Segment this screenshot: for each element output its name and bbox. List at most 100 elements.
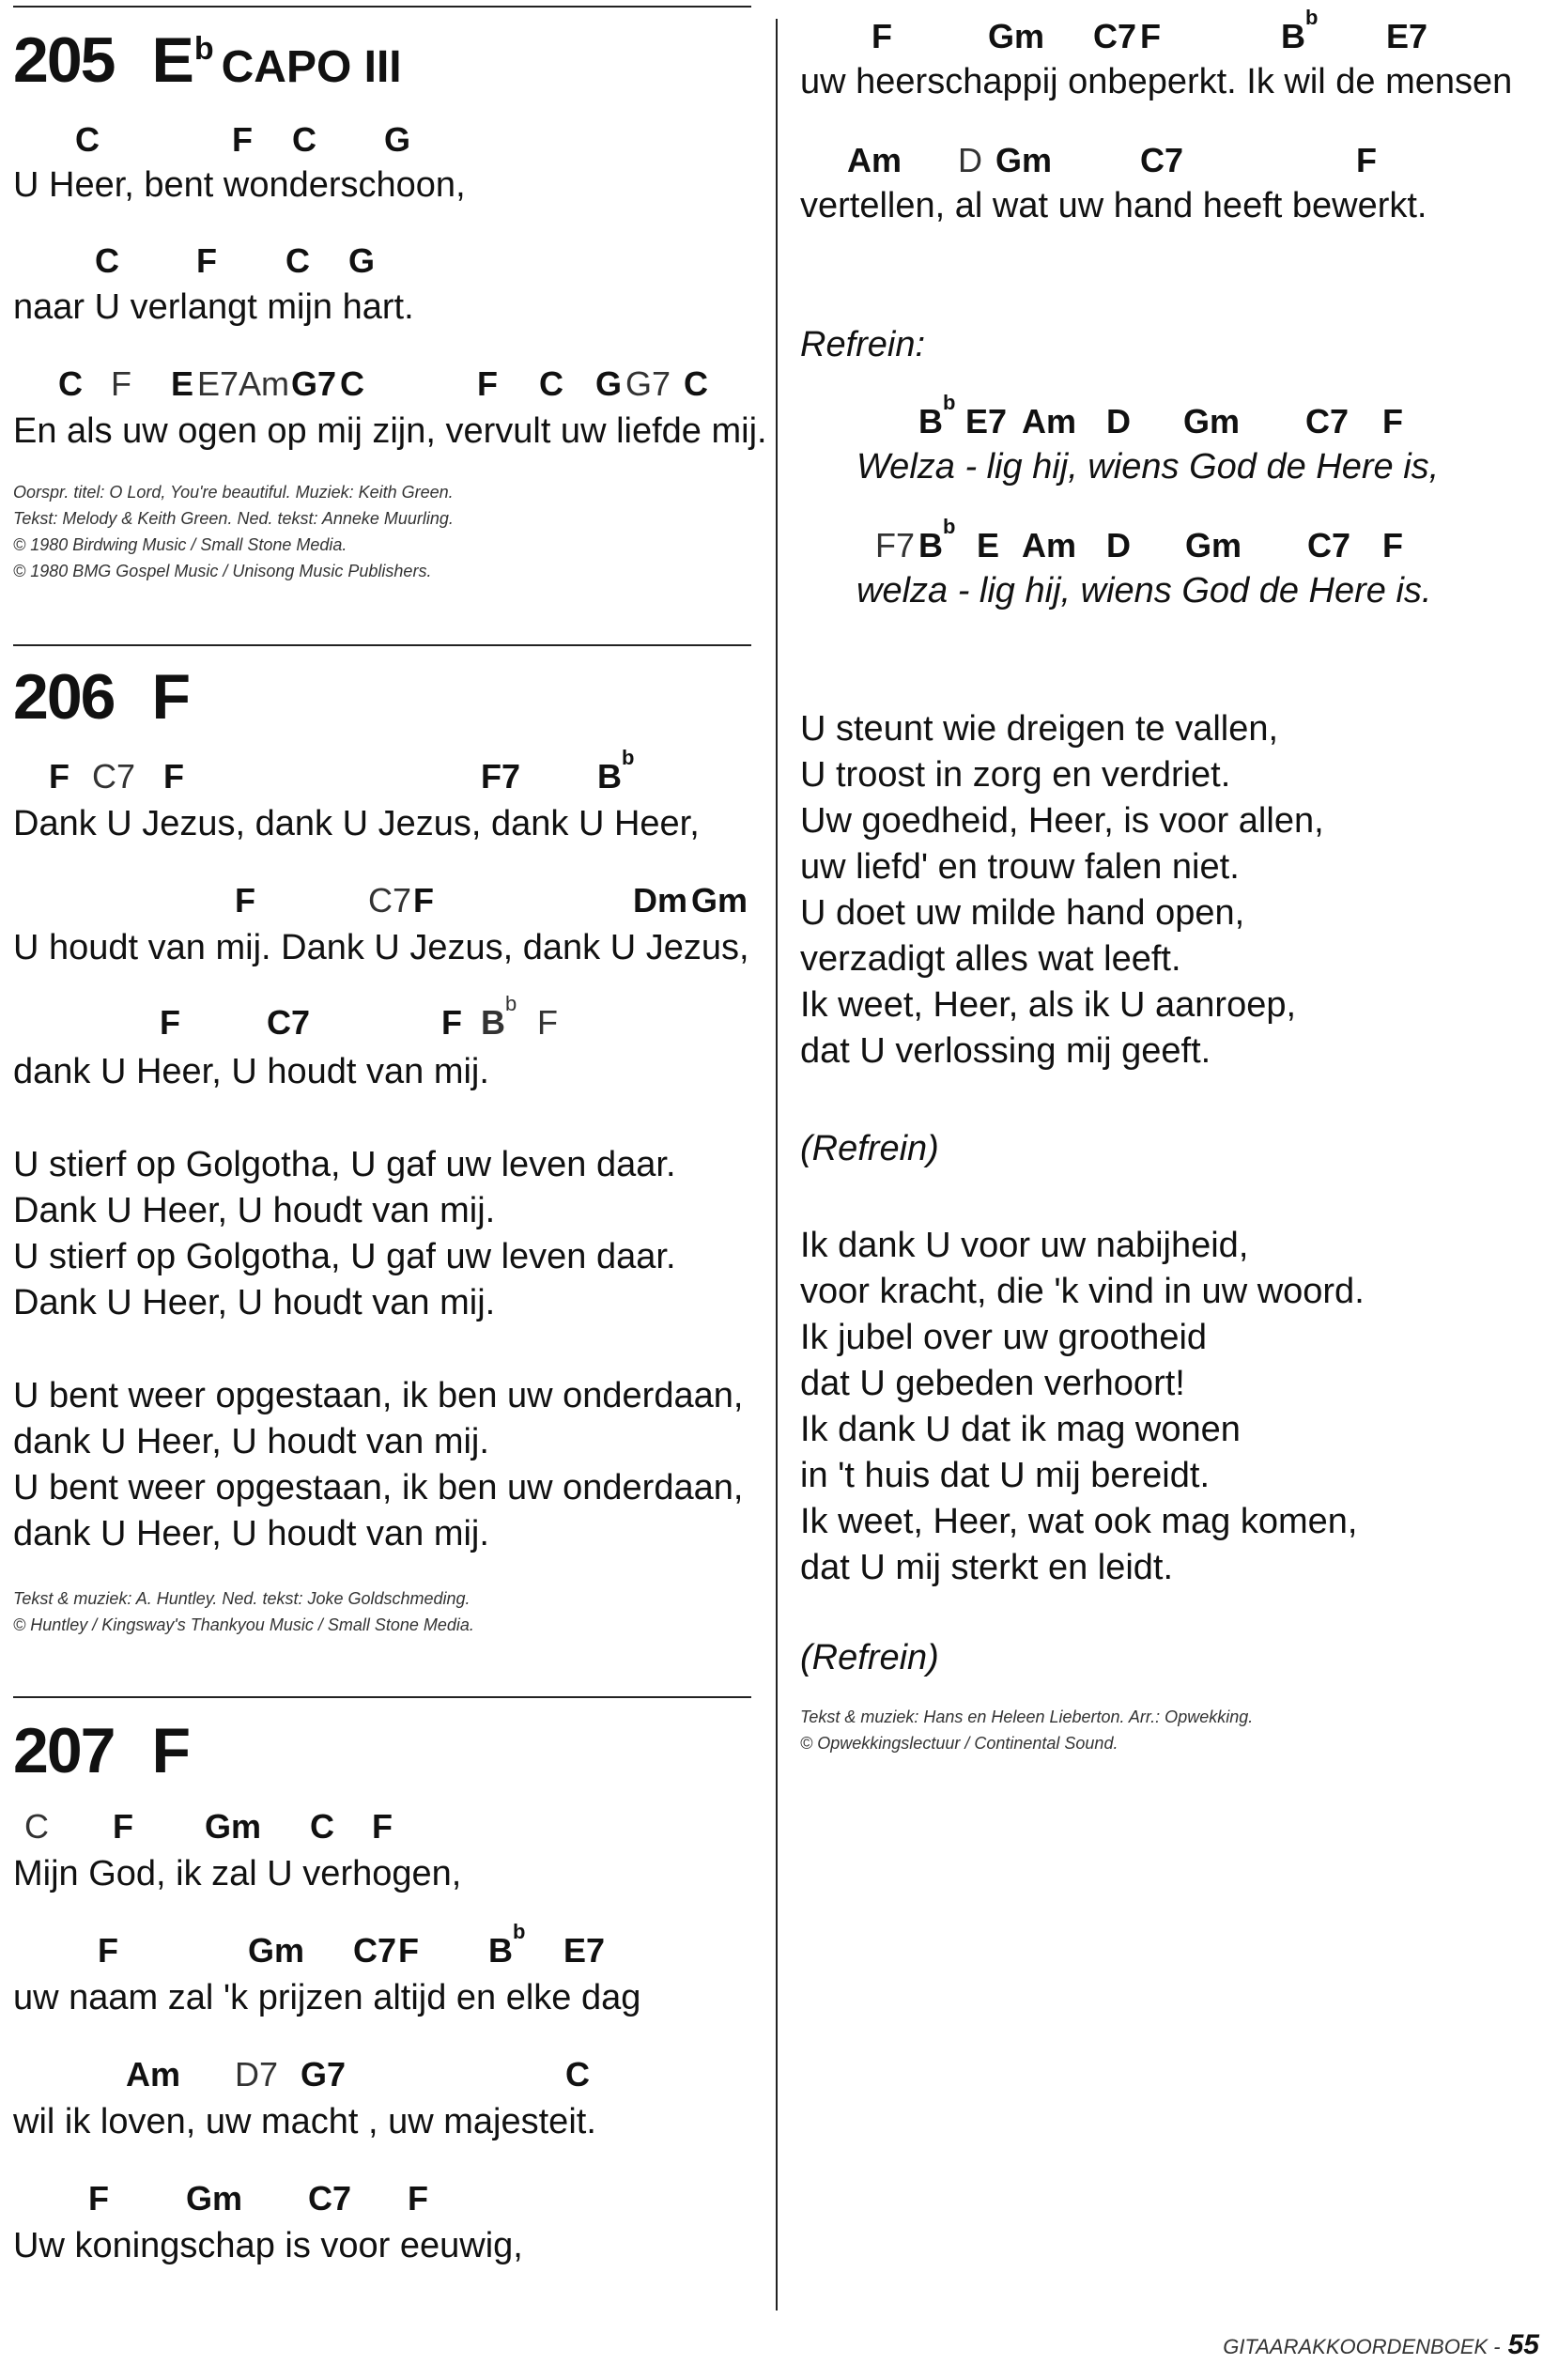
refrein-line: Welza - lig hij, wiens God de Here is,	[856, 447, 1440, 487]
verse-line: uw liefd' en trouw falen niet.	[800, 847, 1240, 887]
chord: G7	[625, 364, 671, 403]
verse-line: dank U Heer, U houdt van mij.	[13, 1422, 489, 1461]
chord: D	[1106, 526, 1131, 564]
lyric-line: U Heer, bent wonderschoon,	[13, 165, 466, 205]
chord: C7	[92, 757, 136, 796]
chord: E7	[965, 402, 1008, 440]
chord: D	[958, 141, 982, 179]
verse: U stierf op Golgotha, U gaf uw leven daa…	[13, 1142, 676, 1326]
chord: F	[1382, 402, 1403, 440]
chord: Gm	[248, 1931, 305, 1970]
chord: F	[113, 1807, 133, 1846]
chord: E7	[563, 1931, 606, 1970]
book-title: GITAARAKKOORDENBOEK -	[1223, 2335, 1501, 2358]
chord: F	[196, 241, 217, 280]
chord: Bb	[918, 391, 955, 441]
chord: F	[1356, 141, 1377, 179]
chord: Gm	[995, 141, 1053, 179]
chord: Dm	[633, 881, 688, 920]
verse-line: dat U mij sterkt en leidt.	[800, 1548, 1174, 1587]
chord: G7	[301, 2055, 347, 2094]
credit-line: © 1980 Birdwing Music / Small Stone Medi…	[13, 535, 347, 554]
divider	[13, 644, 751, 646]
chord: F	[163, 757, 184, 796]
verse-line: U steunt wie dreigen te vallen,	[800, 709, 1279, 749]
chord: C7	[1140, 141, 1184, 179]
song-number: 205	[13, 24, 116, 96]
chord: F	[1140, 17, 1161, 55]
chord-root: B	[918, 526, 943, 564]
divider-top	[13, 6, 751, 8]
verse-line: dat U gebeden verhoort!	[800, 1364, 1185, 1403]
flat-sign: b	[943, 515, 956, 538]
chord-root: B	[1281, 17, 1305, 55]
chord: Am	[847, 141, 902, 179]
verse-line: dat U verlossing mij geeft.	[800, 1031, 1211, 1071]
verse-line: Ik dank U voor uw nabijheid,	[800, 1226, 1249, 1265]
chord-root: B	[488, 1931, 513, 1970]
chord: E	[171, 364, 194, 403]
song-205-credits: Oorspr. titel: O Lord, You're beautiful.…	[13, 479, 454, 584]
flat-sign: b	[513, 1920, 526, 1943]
chord: Bb	[488, 1920, 525, 1970]
chord: Gm	[205, 1807, 262, 1846]
chord: C	[75, 120, 100, 159]
verse: U bent weer opgestaan, ik ben uw onderda…	[13, 1373, 743, 1557]
chord: E	[977, 526, 1000, 564]
song-number: 207	[13, 1715, 116, 1786]
chord: Am	[1022, 402, 1077, 440]
song-206-credits: Tekst & muziek: A. Huntley. Ned. tekst: …	[13, 1585, 474, 1638]
credit-line: Tekst & muziek: Hans en Heleen Lieberton…	[800, 1708, 1254, 1726]
chord: C7	[308, 2179, 352, 2218]
verse: U steunt wie dreigen te vallen, U troost…	[800, 706, 1324, 1074]
divider	[13, 1696, 751, 1698]
verse-line: U stierf op Golgotha, U gaf uw leven daa…	[13, 1237, 676, 1276]
chord: C7	[1307, 526, 1351, 564]
chord: C7	[1093, 17, 1137, 55]
credit-line: Tekst: Melody & Keith Green. Ned. tekst:…	[13, 509, 454, 528]
refrein-line: welza - lig hij, wiens God de Here is.	[856, 571, 1432, 610]
chord: C	[340, 364, 364, 403]
lyric-line: naar U verlangt mijn hart.	[13, 287, 414, 327]
chord: F	[398, 1931, 419, 1970]
flat-sign: b	[622, 746, 635, 769]
credit-line: Tekst & muziek: A. Huntley. Ned. tekst: …	[13, 1589, 470, 1608]
verse-line: Ik weet, Heer, wat ook mag komen,	[800, 1502, 1358, 1541]
chord: F	[441, 1003, 462, 1042]
chord: C7	[353, 1931, 397, 1970]
chord: F	[372, 1807, 393, 1846]
credit-line: Oorspr. titel: O Lord, You're beautiful.…	[13, 483, 454, 502]
chord: F7	[481, 757, 521, 796]
chord: Am	[239, 364, 289, 403]
chord: F	[872, 17, 892, 55]
chord: C7	[368, 881, 412, 920]
flat-sign: b	[1305, 6, 1319, 29]
lyric-line: wil ik loven, uw macht , uw majesteit.	[13, 2102, 596, 2141]
chord: F	[49, 757, 69, 796]
song-205-title: 205 Eb CAPO III	[13, 28, 402, 92]
lyric-line: Mijn God, ik zal U verhogen,	[13, 1854, 462, 1893]
verse-line: U troost in zorg en verdriet.	[800, 755, 1231, 795]
chord: E7	[197, 364, 239, 403]
lyric-line: dank U Heer, U houdt van mij.	[13, 1052, 489, 1091]
chord: D	[1106, 402, 1131, 440]
lyric-line: Dank U Jezus, dank U Jezus, dank U Heer,	[13, 804, 700, 843]
chord: Gm	[1185, 526, 1242, 564]
verse: Ik dank U voor uw nabijheid, voor kracht…	[800, 1223, 1365, 1591]
chord: F	[232, 120, 253, 159]
verse-line: Uw goedheid, Heer, is voor allen,	[800, 801, 1324, 841]
capo-label: CAPO III	[221, 42, 402, 92]
chord: C	[95, 241, 119, 280]
song-key: F	[151, 661, 191, 733]
chord: C	[285, 241, 310, 280]
chord: Am	[126, 2055, 181, 2094]
verse-line: Ik jubel over uw grootheid	[800, 1318, 1208, 1357]
chord: E7	[1386, 17, 1428, 55]
chord-root: B	[597, 757, 622, 796]
chord: C	[24, 1807, 49, 1846]
chord: C	[539, 364, 563, 403]
verse-line: U doet uw milde hand open,	[800, 893, 1245, 933]
chord: Bb	[918, 515, 955, 565]
chord: F	[408, 2179, 428, 2218]
chord: Bb	[481, 992, 517, 1043]
